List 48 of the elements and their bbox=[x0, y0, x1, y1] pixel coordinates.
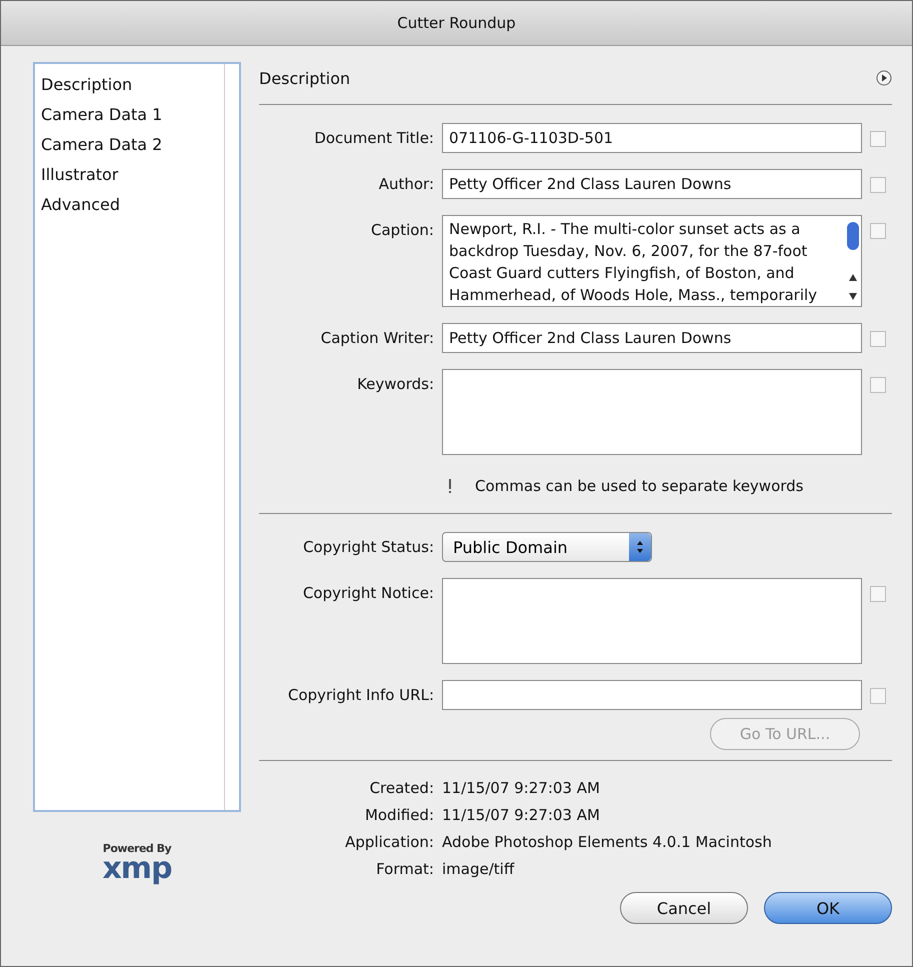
field-label: Caption: bbox=[370, 220, 434, 239]
field-label: Keywords: bbox=[356, 374, 434, 393]
text-field[interactable]: 071106-G-1103D-501 bbox=[442, 123, 862, 153]
info-label: Format: bbox=[375, 860, 434, 878]
cancel-button[interactable]: Cancel bbox=[620, 892, 748, 924]
sidebar-item[interactable]: Camera Data 1 bbox=[41, 100, 162, 130]
info-value: Adobe Photoshop Elements 4.0.1 Macintosh bbox=[442, 833, 772, 851]
field-menu-button[interactable] bbox=[870, 377, 886, 393]
info-label: Application: bbox=[344, 833, 434, 851]
field-menu-button[interactable] bbox=[870, 131, 886, 147]
popup-menu[interactable]: Public Domain bbox=[442, 532, 652, 562]
field-label: Author: bbox=[378, 174, 434, 193]
info-value: image/tiff bbox=[442, 860, 514, 878]
text-field[interactable] bbox=[442, 680, 862, 710]
field-menu-button[interactable] bbox=[870, 331, 886, 347]
scroll-thumb[interactable] bbox=[847, 222, 859, 250]
panel-title: Description bbox=[259, 68, 350, 88]
field-menu-button[interactable] bbox=[870, 688, 886, 704]
logo-caption: Powered By bbox=[102, 842, 172, 855]
text-area-value: Newport, R.I. - The multi-color sunset acts as a backdrop Tuesday, Nov. 6, 2007, for the 87-foot Coast Guard cutters Flyingfish, of Boston, and Hammerhead, of Woods Hole, Mass., temporarily bbox=[449, 219, 818, 306]
field-label: Copyright Info URL: bbox=[286, 685, 434, 704]
window-title: Cutter Roundup bbox=[397, 14, 516, 32]
info-label: Created: bbox=[368, 779, 434, 797]
field-menu-button[interactable] bbox=[870, 586, 886, 602]
text-field[interactable]: Petty Officer 2nd Class Lauren Downs bbox=[442, 169, 862, 199]
text-area[interactable]: Newport, R.I. - The multi-color sunset acts as a backdrop Tuesday, Nov. 6, 2007, for the 87-foot Coast Guard cutters Flyingfish, of Boston, and Hammerhead, of Woods Hole, Mass., temporarily bbox=[442, 215, 862, 307]
text-area[interactable] bbox=[442, 578, 862, 664]
info-value: 11/15/07 9:27:03 AM bbox=[442, 779, 600, 797]
field-label: Caption Writer: bbox=[320, 328, 434, 347]
hint-text: Commas can be used to separate keywords bbox=[475, 477, 804, 495]
field-menu-button[interactable] bbox=[870, 177, 886, 193]
sidebar-item[interactable]: Description bbox=[41, 70, 132, 100]
info-label: Modified: bbox=[364, 806, 434, 824]
sidebar-item[interactable]: Camera Data 2 bbox=[41, 130, 162, 160]
field-menu-button[interactable] bbox=[870, 223, 886, 239]
scroll-arrows-icon[interactable] bbox=[848, 272, 858, 302]
sidebar-item[interactable]: Illustrator bbox=[41, 160, 118, 190]
updown-arrows-icon[interactable] bbox=[636, 540, 644, 554]
field-label: Copyright Notice: bbox=[302, 583, 434, 602]
logo: xmp bbox=[102, 855, 172, 883]
field-label: Copyright Status: bbox=[302, 537, 434, 556]
info-value: 11/15/07 9:27:03 AM bbox=[442, 806, 600, 824]
text-field[interactable]: Petty Officer 2nd Class Lauren Downs bbox=[442, 323, 862, 353]
ok-button[interactable]: OK bbox=[764, 892, 892, 924]
panel-menu-icon[interactable] bbox=[876, 70, 892, 86]
field-label: Document Title: bbox=[313, 128, 434, 147]
text-area[interactable] bbox=[442, 369, 862, 455]
sidebar-item[interactable]: Advanced bbox=[41, 190, 120, 220]
